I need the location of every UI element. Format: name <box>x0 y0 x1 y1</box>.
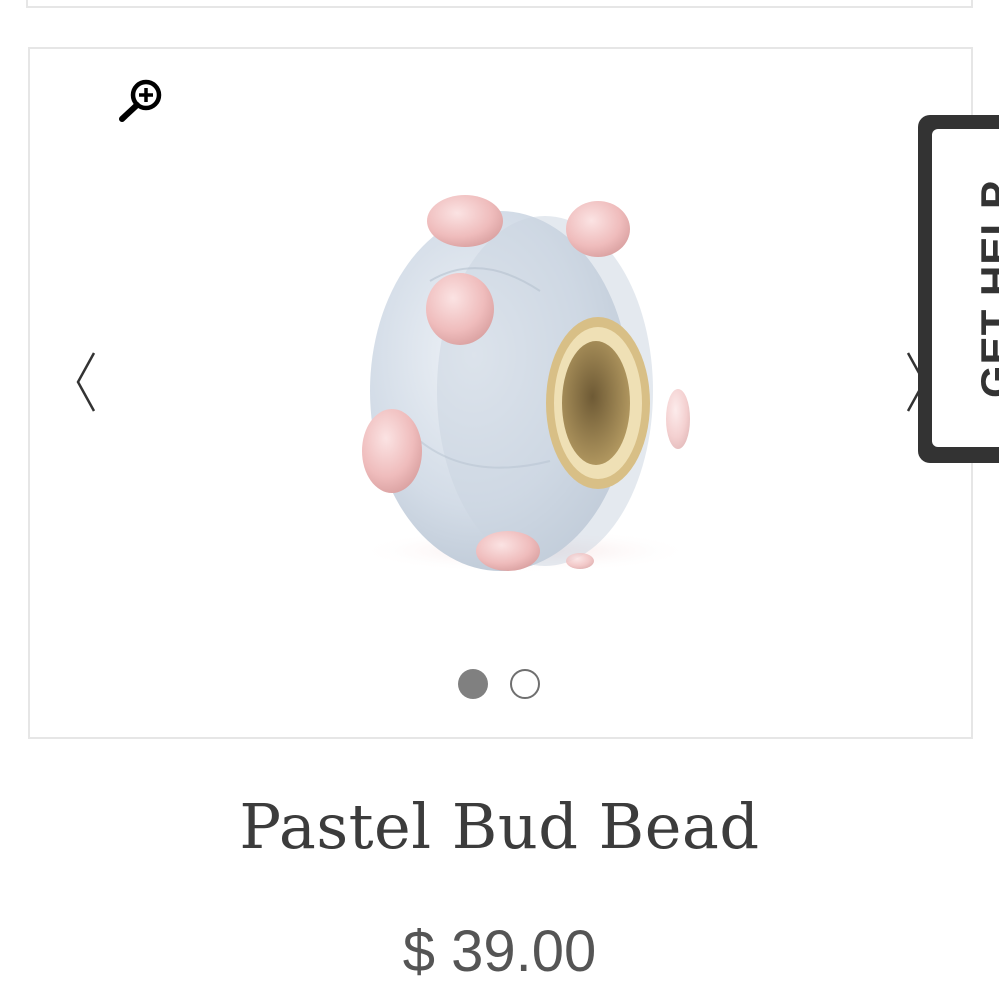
get-help-label: GET HELP <box>972 179 999 399</box>
previous-section-card <box>26 0 973 8</box>
zoom-button[interactable] <box>118 75 166 127</box>
product-image-gallery <box>28 47 973 739</box>
carousel-pagination <box>458 667 548 703</box>
bead-illustration <box>355 195 695 573</box>
previous-image-button[interactable] <box>70 347 110 417</box>
chevron-left-icon <box>76 352 96 412</box>
get-help-tab-inner: GET HELP <box>932 129 999 447</box>
get-help-tab[interactable]: GET HELP <box>918 115 999 463</box>
carousel-dot[interactable] <box>510 669 540 699</box>
product-price: $ 39.00 <box>402 919 597 984</box>
carousel-dot-active[interactable] <box>458 669 488 699</box>
product-title: Pastel Bud Bead <box>239 790 760 863</box>
zoom-in-icon <box>119 79 162 122</box>
product-image[interactable] <box>310 141 730 581</box>
